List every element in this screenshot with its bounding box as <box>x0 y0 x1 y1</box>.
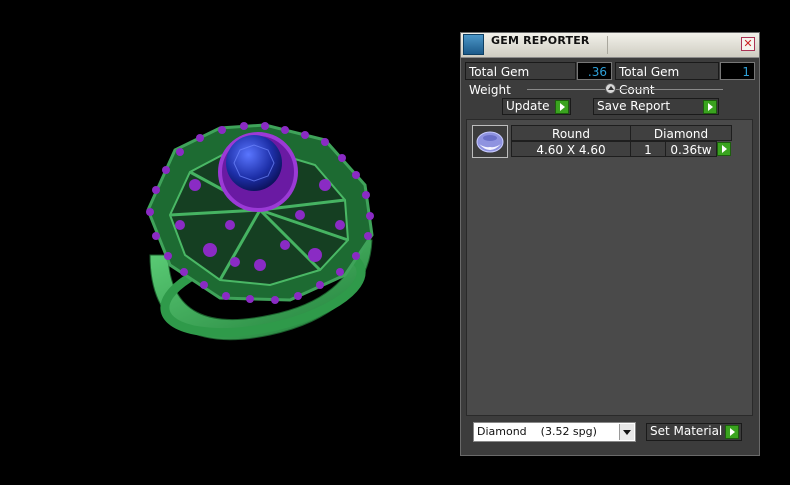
gem-material: Diamond <box>630 125 732 141</box>
gem-reporter-app-icon <box>463 34 484 55</box>
round-gem-icon <box>476 131 504 153</box>
gem-thumbnail[interactable] <box>472 125 508 158</box>
play-arrow-icon <box>555 100 569 114</box>
panel-title: GEM REPORTER <box>491 34 590 47</box>
update-button-label: Update <box>506 99 550 113</box>
total-gem-count-value: 1 <box>720 62 755 80</box>
ring-model <box>146 122 374 341</box>
gem-size: 4.60 X 4.60 <box>511 141 631 157</box>
total-gem-weight-label: Total Gem Weight <box>465 62 576 97</box>
set-material-button[interactable]: Set Material <box>646 423 742 441</box>
material-select-value: Diamond (3.52 spg) <box>477 425 597 438</box>
close-icon[interactable]: ✕ <box>741 37 755 51</box>
title-divider <box>607 36 608 54</box>
total-gem-count-label: Total Gem Count <box>615 62 719 97</box>
gem-shape: Round <box>511 125 631 141</box>
set-material-button-label: Set Material <box>650 424 723 438</box>
save-report-button-label: Save Report <box>597 99 671 113</box>
gem-row-go-icon[interactable] <box>717 142 731 156</box>
material-select[interactable]: Diamond (3.52 spg) <box>473 422 636 442</box>
panel-splitter-track <box>527 89 723 90</box>
gem-count: 1 <box>630 141 666 157</box>
gem-reporter-panel: GEM REPORTER ✕ Total Gem Weight .36 Tota… <box>460 32 760 456</box>
chevron-down-icon[interactable] <box>619 424 634 440</box>
play-arrow-icon <box>703 100 717 114</box>
gem-weight: 0.36tw <box>665 141 717 157</box>
panel-titlebar[interactable]: GEM REPORTER ✕ <box>461 33 759 58</box>
play-arrow-icon <box>725 425 739 439</box>
panel-splitter-handle[interactable] <box>605 83 616 94</box>
save-report-button[interactable]: Save Report <box>593 98 719 115</box>
3d-viewport[interactable] <box>0 0 455 485</box>
gem-results-list[interactable]: Round Diamond 4.60 X 4.60 1 0.36tw <box>466 119 753 416</box>
update-button[interactable]: Update <box>502 98 571 115</box>
total-gem-weight-value: .36 <box>577 62 612 80</box>
